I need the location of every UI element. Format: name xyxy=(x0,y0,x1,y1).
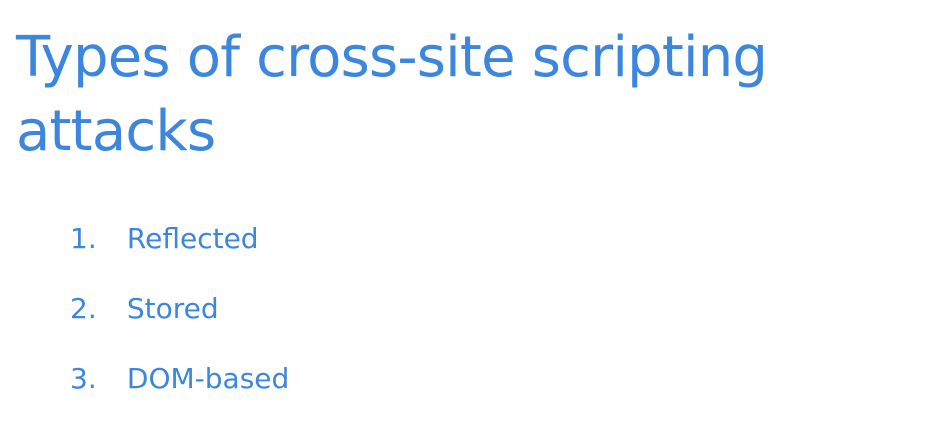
attack-types-list: 1. Reflected 2. Stored 3. DOM-based xyxy=(70,210,289,420)
list-label: Reflected xyxy=(126,222,259,255)
list-number: 2. xyxy=(70,292,97,325)
list-item-reflected: 1. Reflected xyxy=(70,210,289,280)
list-number: 3. xyxy=(70,362,97,395)
list-number: 1. xyxy=(70,222,97,255)
slide: Types of cross-site scripting attacks 1.… xyxy=(0,0,940,446)
list-item-stored: 2. Stored xyxy=(70,280,289,350)
list-item-dom-based: 3. DOM-based xyxy=(70,350,289,420)
list-label: Stored xyxy=(126,292,219,325)
slide-title: Types of cross-site scripting attacks xyxy=(16,25,768,164)
list-label: DOM-based xyxy=(126,362,290,395)
